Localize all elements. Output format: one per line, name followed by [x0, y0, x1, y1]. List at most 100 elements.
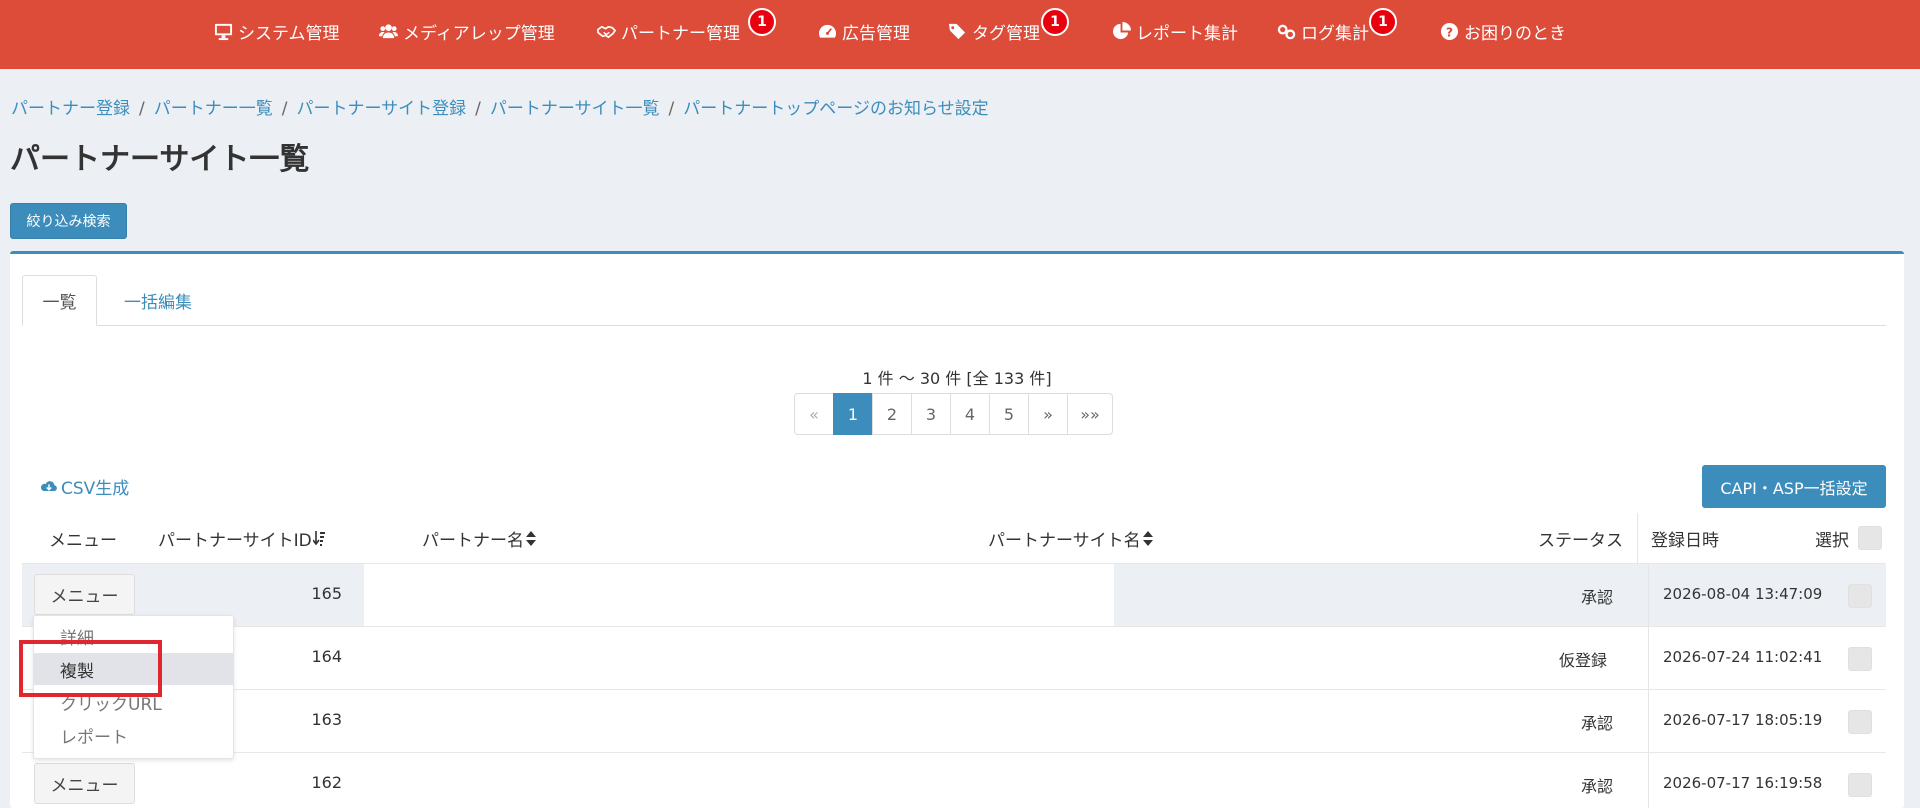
- row-status: 仮登録: [1559, 651, 1608, 670]
- tab-bulk-edit[interactable]: 一括編集: [98, 275, 218, 326]
- tab-bar: 一覧 一括編集: [22, 275, 1886, 326]
- redacted-partner-name: [364, 564, 609, 627]
- col-site-name[interactable]: パートナーサイト名: [988, 526, 1154, 551]
- partner-badge: 1: [748, 8, 776, 36]
- nav-report[interactable]: レポート集計: [1112, 0, 1238, 62]
- col-registered: 登録日時: [1651, 531, 1719, 551]
- dashboard-icon: [818, 24, 837, 38]
- pie-chart-icon: [1113, 21, 1131, 39]
- col-partner-name[interactable]: パートナー名: [422, 526, 537, 551]
- breadcrumb: パートナー登録 / パートナー一覧 / パートナーサイト登録 / パートナーサイト一覧 / パー…: [11, 99, 989, 119]
- column-divider: [1648, 690, 1649, 753]
- page-2[interactable]: 2: [872, 393, 912, 435]
- table-row: 163 承認 2026-07-17 18:05:19: [22, 689, 1886, 753]
- tags-badge: 1: [1041, 8, 1069, 36]
- page-1[interactable]: 1: [833, 393, 873, 435]
- page-4[interactable]: 4: [950, 393, 990, 435]
- col-select: 選択: [1815, 531, 1849, 551]
- crumb-notice-settings[interactable]: パートナートップページのお知らせ設定: [683, 99, 988, 119]
- annotation-highlight-box: [19, 640, 162, 697]
- crumb-partner-register[interactable]: パートナー登録: [11, 99, 130, 119]
- crumb-site-register[interactable]: パートナーサイト登録: [296, 99, 466, 119]
- row-menu-button[interactable]: メニュー: [34, 763, 135, 804]
- nav-partner-label: パートナー管理: [621, 23, 740, 44]
- page-3[interactable]: 3: [911, 393, 951, 435]
- row-date: 2026-07-17 16:19:58: [1663, 774, 1823, 792]
- pagination: « 1 2 3 4 5 » »»: [794, 393, 1113, 435]
- col-site-id[interactable]: パートナーサイトID: [158, 526, 325, 551]
- row-date: 2026-08-04 13:47:09: [1663, 585, 1823, 603]
- nav-tags-label: タグ管理: [972, 23, 1040, 44]
- page-next[interactable]: »: [1028, 393, 1068, 435]
- row-status: 承認: [1581, 777, 1614, 796]
- row-status: 承認: [1581, 588, 1614, 607]
- column-divider: [1648, 627, 1649, 690]
- tags-icon: [948, 23, 966, 39]
- nav-ads-label: 広告管理: [842, 23, 910, 44]
- nav-system-label: システム管理: [238, 23, 340, 44]
- capi-asp-bulk-button[interactable]: CAPI・ASP一括設定: [1702, 465, 1886, 508]
- svg-text:?: ?: [1446, 25, 1453, 39]
- top-navbar: システム管理 メディアレップ管理 パートナー管理 1 広告管理 タグ管理 1 レ…: [0, 0, 1920, 69]
- nav-log-label: ログ集計: [1301, 23, 1369, 44]
- crumb-partner-list[interactable]: パートナー一覧: [154, 99, 273, 119]
- nav-tags[interactable]: タグ管理: [948, 0, 1040, 62]
- monitor-icon: [214, 23, 233, 40]
- content-box: 一覧 一括編集 1 件 〜 30 件 [全 133 件] « 1 2 3 4 5…: [10, 251, 1904, 808]
- table-row: メニュー 162 承認 2026-07-17 16:19:58: [22, 752, 1886, 808]
- nav-help[interactable]: ? お困りのとき: [1440, 0, 1566, 62]
- row-date: 2026-07-17 18:05:19: [1663, 711, 1823, 729]
- col-site-name-label: パートナーサイト名: [988, 531, 1141, 551]
- page-last[interactable]: »»: [1067, 393, 1113, 435]
- col-menu: メニュー: [49, 531, 117, 551]
- row-date: 2026-07-24 11:02:41: [1663, 648, 1823, 666]
- row-select-checkbox[interactable]: [1848, 710, 1872, 734]
- row-site-id: 165: [311, 584, 342, 603]
- sort-icon: [1142, 531, 1153, 546]
- nav-partner[interactable]: パートナー管理: [597, 0, 740, 62]
- col-status: ステータス: [1538, 531, 1623, 551]
- tab-list[interactable]: 一覧: [22, 275, 97, 326]
- table-row: 164 仮登録 2026-07-24 11:02:41: [22, 626, 1886, 690]
- row-select-checkbox[interactable]: [1848, 773, 1872, 797]
- nav-system[interactable]: システム管理: [214, 0, 340, 62]
- row-menu-button[interactable]: メニュー: [34, 574, 135, 615]
- row-select-checkbox[interactable]: [1848, 584, 1872, 608]
- cloud-download-icon: [40, 480, 57, 491]
- csv-generate-link[interactable]: CSV生成: [40, 474, 129, 499]
- nav-report-label: レポート集計: [1136, 23, 1238, 44]
- nav-help-label: お困りのとき: [1464, 23, 1566, 44]
- filter-search-button[interactable]: 絞り込み検索: [10, 203, 127, 239]
- row-site-id: 163: [311, 710, 342, 729]
- page-first[interactable]: «: [794, 393, 834, 435]
- handshake-icon: [597, 25, 616, 38]
- log-badge: 1: [1369, 8, 1397, 36]
- row-site-id: 162: [311, 773, 342, 792]
- row-site-id: 164: [311, 647, 342, 666]
- link-icon: [1277, 24, 1296, 39]
- question-circle-icon: ?: [1440, 22, 1459, 40]
- column-divider: [1648, 564, 1649, 627]
- users-icon: [379, 23, 398, 38]
- column-divider: [1648, 753, 1649, 808]
- column-divider: [1637, 513, 1638, 566]
- result-range-text: 1 件 〜 30 件 [全 133 件]: [862, 369, 1052, 388]
- crumb-site-list[interactable]: パートナーサイト一覧: [490, 99, 660, 119]
- nav-log[interactable]: ログ集計: [1277, 0, 1369, 62]
- col-partner-name-label: パートナー名: [422, 531, 524, 551]
- row-select-checkbox[interactable]: [1848, 647, 1872, 671]
- row-status: 承認: [1581, 714, 1614, 733]
- select-all-checkbox[interactable]: [1858, 526, 1882, 550]
- page-title: パートナーサイト一覧: [10, 142, 310, 177]
- nav-media-rep[interactable]: メディアレップ管理: [379, 0, 555, 62]
- col-site-id-label: パートナーサイトID: [158, 531, 312, 551]
- sort-icon: [526, 531, 536, 546]
- csv-generate-label: CSV生成: [61, 479, 130, 499]
- nav-ads[interactable]: 広告管理: [818, 0, 910, 62]
- sort-desc-icon: [312, 531, 325, 546]
- page-5[interactable]: 5: [989, 393, 1029, 435]
- table-row: メニュー 165 承認 2026-08-04 13:47:09: [22, 563, 1886, 627]
- nav-media-rep-label: メディアレップ管理: [403, 23, 555, 44]
- redacted-site-name: [609, 564, 1114, 627]
- menu-item-report[interactable]: レポート: [34, 719, 233, 751]
